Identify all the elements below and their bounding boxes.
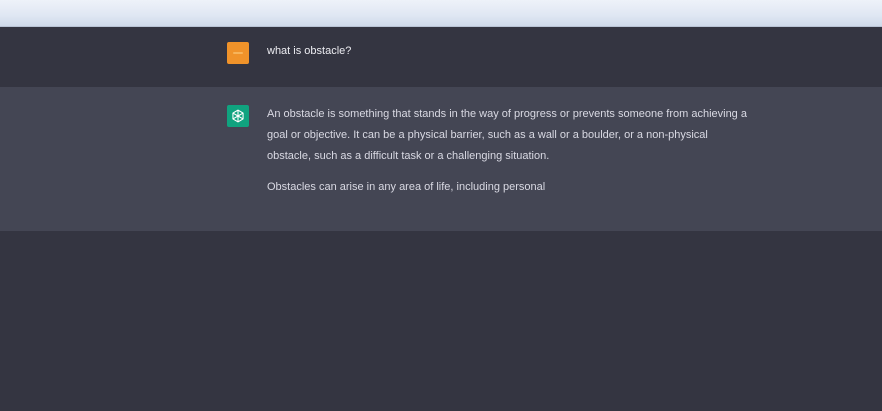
assistant-avatar — [227, 105, 249, 127]
user-message-row: what is obstacle? — [0, 27, 882, 87]
assistant-message-row: An obstacle is something that stands in … — [0, 87, 882, 231]
browser-top-strip — [0, 0, 882, 27]
user-avatar — [227, 42, 249, 64]
assistant-paragraph: Obstacles can arise in any area of life,… — [267, 181, 546, 193]
user-avatar-mark — [233, 52, 243, 54]
assistant-paragraph: An obstacle is something that stands in … — [267, 108, 747, 162]
openai-logo-icon — [232, 109, 244, 123]
user-message-text: what is obstacle? — [267, 45, 352, 57]
assistant-message-text: An obstacle is something that stands in … — [267, 104, 747, 208]
chat-empty-area — [0, 231, 882, 411]
chat-thread: what is obstacle? An obstacle is somethi… — [0, 27, 882, 411]
